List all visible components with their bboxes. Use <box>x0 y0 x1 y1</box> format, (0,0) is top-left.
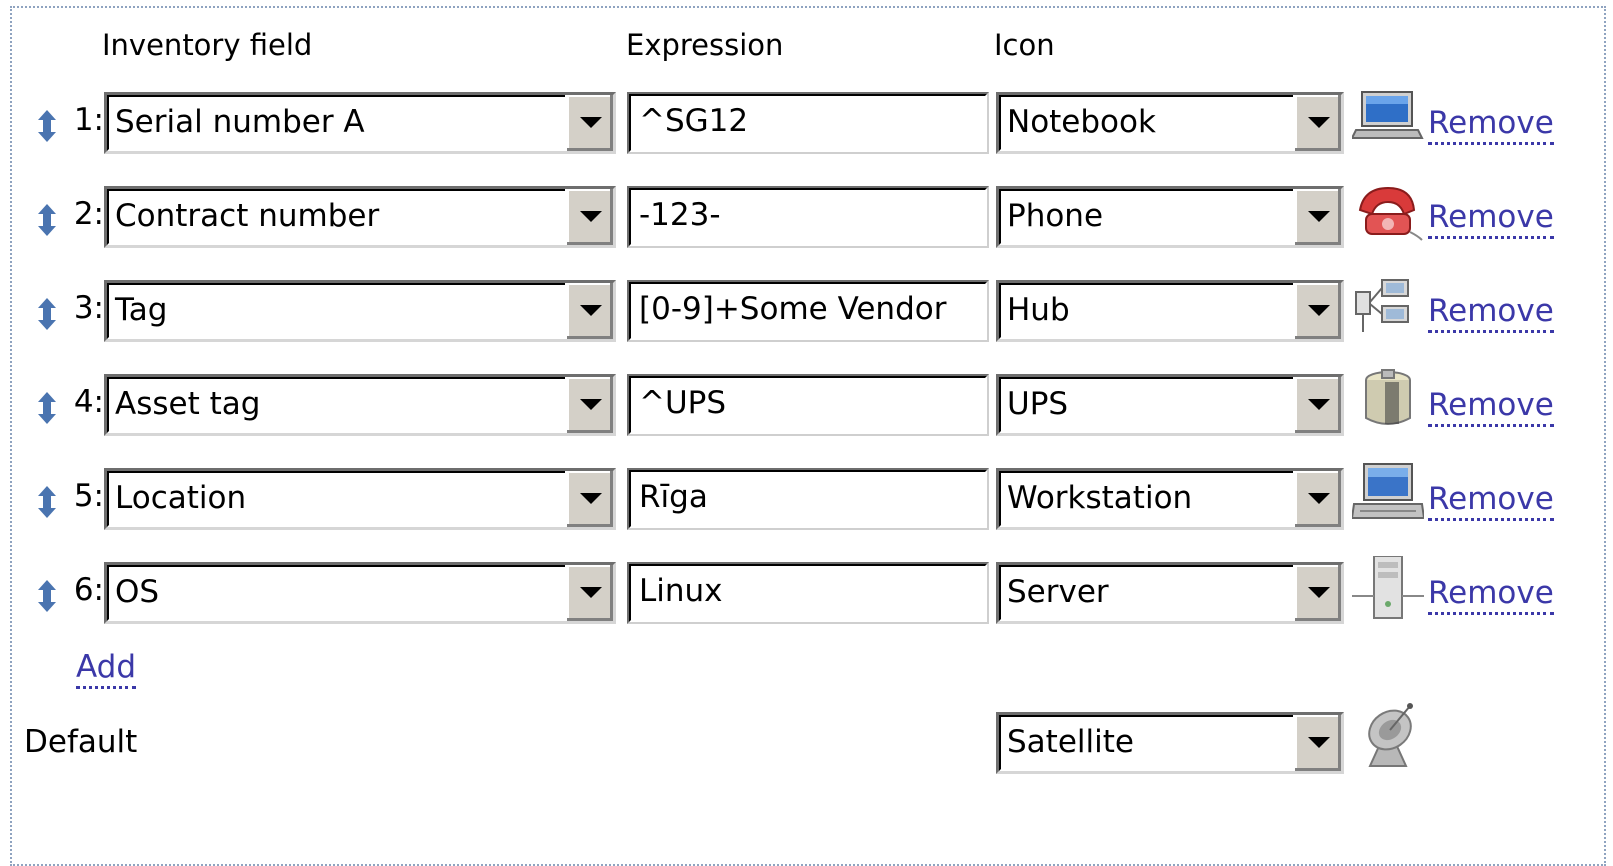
icon-select-value: Notebook <box>1007 104 1156 140</box>
icon-select[interactable]: Notebook <box>996 92 1344 154</box>
icon-select[interactable]: Hub <box>996 280 1344 342</box>
ups-icon <box>1352 368 1424 432</box>
expression-value: Rīga <box>639 479 708 515</box>
chevron-down-icon[interactable] <box>1293 283 1341 339</box>
phone-icon <box>1352 180 1424 244</box>
remove-link[interactable]: Remove <box>1428 106 1554 145</box>
chevron-down-icon[interactable] <box>565 377 613 433</box>
chevron-down-icon[interactable] <box>1293 565 1341 621</box>
icon-select-value: Server <box>1007 574 1109 610</box>
row-number: 2: <box>73 196 104 232</box>
row-number: 4: <box>73 384 104 420</box>
header-inventory-field: Inventory field <box>102 28 313 62</box>
chevron-down-icon[interactable] <box>565 189 613 245</box>
default-icon-select-value: Satellite <box>1007 724 1134 760</box>
chevron-down-icon[interactable] <box>565 283 613 339</box>
mapping-row: 1: Serial number A ^SG12 Notebook Remove <box>0 91 1613 154</box>
chevron-down-icon[interactable] <box>1293 471 1341 527</box>
inventory-field-value: Tag <box>115 292 168 328</box>
drag-handle-icon[interactable] <box>36 110 58 142</box>
chevron-down-icon[interactable] <box>565 565 613 621</box>
drag-handle-icon[interactable] <box>36 298 58 330</box>
inventory-field-value: Serial number A <box>115 104 365 140</box>
expression-value: ^UPS <box>639 385 727 421</box>
expression-value: Linux <box>639 573 723 609</box>
row-number: 3: <box>73 290 104 326</box>
expression-input[interactable]: [0-9]+Some Vendor <box>627 280 989 342</box>
row-number: 6: <box>73 572 104 608</box>
inventory-field-select[interactable]: Contract number <box>104 186 616 248</box>
drag-handle-icon[interactable] <box>36 392 58 424</box>
drag-handle-icon[interactable] <box>36 580 58 612</box>
mapping-row: 5: Location Rīga Workstation Remove <box>0 463 1613 530</box>
inventory-field-select[interactable]: Asset tag <box>104 374 616 436</box>
notebook-icon <box>1350 86 1424 150</box>
remove-link[interactable]: Remove <box>1428 388 1554 427</box>
chevron-down-icon[interactable] <box>1293 377 1341 433</box>
expression-input[interactable]: -123- <box>627 186 989 248</box>
drag-handle-icon[interactable] <box>36 204 58 236</box>
mapping-row: 6: OS Linux Server Remove <box>0 555 1613 624</box>
drag-handle-icon[interactable] <box>36 486 58 518</box>
inventory-field-select[interactable]: Tag <box>104 280 616 342</box>
satellite-icon <box>1356 700 1422 770</box>
inventory-field-value: Contract number <box>115 198 380 234</box>
default-label: Default <box>24 724 138 760</box>
icon-select-value: Hub <box>1007 292 1070 328</box>
icon-select-value: Workstation <box>1007 480 1193 516</box>
inventory-field-select[interactable]: Serial number A <box>104 92 616 154</box>
inventory-field-value: Location <box>115 480 247 516</box>
icon-select-value: Phone <box>1007 198 1104 234</box>
remove-link[interactable]: Remove <box>1428 200 1554 239</box>
chevron-down-icon[interactable] <box>565 471 613 527</box>
expression-input[interactable]: Rīga <box>627 468 989 530</box>
mapping-row: 4: Asset tag ^UPS UPS Remove <box>0 369 1613 436</box>
inventory-field-select[interactable]: OS <box>104 562 616 624</box>
header-expression: Expression <box>626 28 784 62</box>
expression-input[interactable]: ^UPS <box>627 374 989 436</box>
expression-value: [0-9]+Some Vendor <box>639 291 947 327</box>
chevron-down-icon[interactable] <box>1293 189 1341 245</box>
expression-value: ^SG12 <box>639 103 749 139</box>
inventory-field-value: OS <box>115 574 160 610</box>
icon-select[interactable]: Phone <box>996 186 1344 248</box>
mapping-row: 2: Contract number -123- Phone Remove <box>0 186 1613 248</box>
icon-select-value: UPS <box>1007 386 1069 422</box>
header-icon: Icon <box>994 28 1055 62</box>
expression-value: -123- <box>639 197 721 233</box>
inventory-field-value: Asset tag <box>115 386 261 422</box>
chevron-down-icon[interactable] <box>565 95 613 151</box>
default-icon-select[interactable]: Satellite <box>996 712 1344 774</box>
server-icon <box>1352 555 1424 620</box>
icon-select[interactable]: UPS <box>996 374 1344 436</box>
inventory-field-select[interactable]: Location <box>104 468 616 530</box>
expression-input[interactable]: Linux <box>627 562 989 624</box>
workstation-icon <box>1350 462 1426 526</box>
remove-link[interactable]: Remove <box>1428 576 1554 615</box>
icon-select[interactable]: Workstation <box>996 468 1344 530</box>
remove-link[interactable]: Remove <box>1428 294 1554 333</box>
row-number: 5: <box>73 478 104 514</box>
hub-icon <box>1352 274 1424 338</box>
chevron-down-icon[interactable] <box>1293 715 1341 771</box>
chevron-down-icon[interactable] <box>1293 95 1341 151</box>
mapping-row: 3: Tag [0-9]+Some Vendor Hub Remove <box>0 279 1613 342</box>
remove-link[interactable]: Remove <box>1428 482 1554 521</box>
add-link[interactable]: Add <box>76 650 137 689</box>
expression-input[interactable]: ^SG12 <box>627 92 989 154</box>
row-number: 1: <box>73 102 104 138</box>
icon-select[interactable]: Server <box>996 562 1344 624</box>
